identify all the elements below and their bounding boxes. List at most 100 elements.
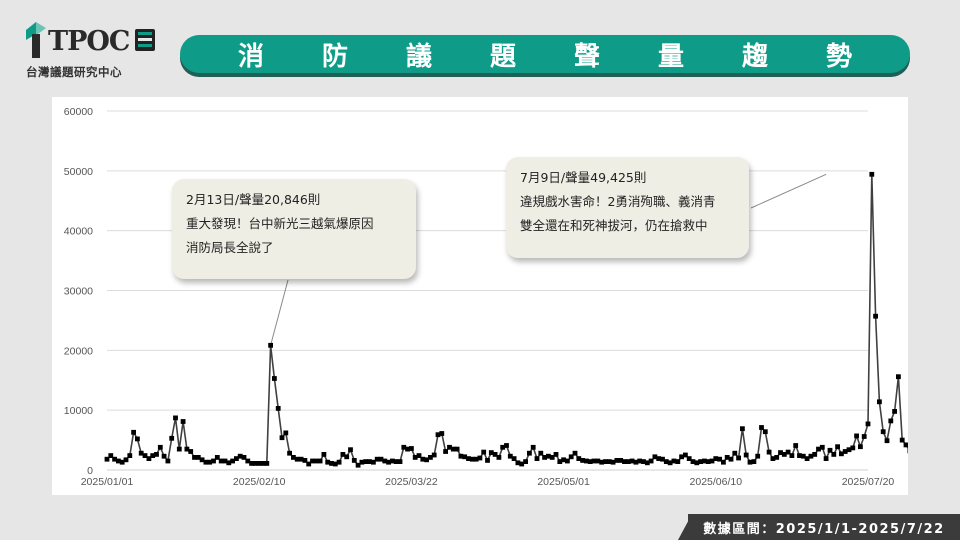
data-point — [827, 447, 833, 453]
data-point — [268, 342, 273, 348]
data-point — [275, 406, 281, 411]
y-tick-label: 30000 — [64, 286, 93, 298]
data-point — [553, 452, 559, 457]
logo-org-name: 台灣議題研究中心 — [26, 65, 122, 79]
data-point — [154, 452, 159, 457]
data-point — [272, 376, 277, 381]
data-point — [812, 452, 818, 457]
data-point — [861, 434, 867, 439]
x-tick-label: 2025/03/22 — [385, 476, 438, 488]
data-point — [348, 447, 353, 453]
data-point — [504, 443, 509, 448]
callout-feb13-line1: 重大發現！台中新光三越氣爆原因 — [186, 216, 374, 231]
data-point — [743, 452, 749, 458]
data-point — [755, 453, 761, 459]
data-point — [188, 449, 194, 454]
grid-lines — [107, 110, 868, 471]
x-tick-label: 2025/06/10 — [690, 476, 743, 488]
data-point — [317, 458, 323, 464]
data-point — [854, 433, 859, 439]
data-point — [896, 374, 901, 380]
data-point — [351, 458, 357, 463]
data-point — [762, 429, 768, 435]
data-point — [774, 455, 780, 460]
data-point — [397, 459, 403, 464]
data-point — [131, 429, 136, 435]
data-point — [534, 456, 540, 461]
data-point — [850, 445, 856, 451]
data-point — [180, 419, 186, 424]
x-axis-ticks: 2025/01/01 2025/02/10 2025/03/22 2025/05/01… — [81, 476, 895, 488]
callout-feb13-headline: 2月13日/聲量20,846則 — [186, 192, 321, 207]
data-point — [431, 452, 437, 458]
callout-jul09-headline: 7月9日/聲量49,425則 — [520, 170, 647, 185]
data-point — [264, 461, 270, 466]
data-point — [454, 446, 460, 452]
y-tick-label: 40000 — [64, 226, 93, 238]
y-tick-label: 50000 — [64, 166, 93, 178]
data-point — [287, 450, 292, 456]
y-tick-label: 60000 — [64, 106, 93, 118]
logo-brand-text: TPOC — [48, 26, 130, 57]
x-tick-label: 2025/07/20 — [842, 476, 895, 488]
data-point — [789, 453, 795, 458]
data-point — [565, 458, 570, 464]
data-point — [481, 449, 487, 455]
data-point — [572, 450, 578, 456]
data-point — [409, 446, 414, 451]
data-point — [728, 456, 734, 462]
data-point — [538, 450, 544, 456]
data-point — [835, 444, 840, 450]
data-point — [751, 459, 757, 464]
data-point — [283, 430, 289, 436]
data-point — [127, 453, 133, 458]
data-point — [169, 435, 175, 441]
line-chart: 0100002000030000400005000060000 2025/01/… — [64, 106, 908, 488]
date-range-footer: 數據區間：2025/1/1-2025/7/22 — [688, 514, 960, 540]
data-point — [740, 426, 745, 432]
data-point — [877, 399, 882, 405]
callout-leader-line — [270, 279, 289, 346]
data-point — [880, 429, 886, 435]
data-point — [903, 442, 908, 448]
data-point — [865, 421, 871, 427]
data-point — [732, 450, 738, 456]
x-tick-label: 2025/05/01 — [537, 476, 590, 488]
data-point — [736, 455, 741, 461]
data-point — [439, 431, 445, 436]
data-point — [823, 456, 829, 461]
data-point — [766, 449, 772, 455]
data-point — [899, 437, 905, 443]
x-tick-label: 2025/02/10 — [233, 476, 286, 488]
callout-jul09: 7月9日/聲量49,425則 違規戲水害命！2勇消殉職、義消青 雙全還在和死神拔… — [506, 157, 749, 258]
data-point — [884, 438, 890, 444]
data-point — [907, 448, 908, 454]
data-point — [675, 459, 681, 464]
page-title: 消防議題聲量趨勢 — [238, 41, 911, 72]
callout-jul09-line2: 雙全還在和死神拔河，仍在搶救中 — [520, 218, 708, 233]
x-tick-label: 2025/01/01 — [81, 476, 134, 488]
data-point — [123, 457, 129, 463]
callout-feb13: 2月13日/聲量20,846則 重大發現！台中新光三越氣爆原因 消防局長全說了 — [172, 179, 416, 279]
data-point — [511, 456, 517, 461]
data-point — [321, 452, 327, 457]
data-point — [858, 444, 863, 450]
data-point — [157, 444, 163, 450]
data-point — [344, 454, 350, 460]
y-tick-label: 20000 — [64, 345, 93, 357]
data-point — [759, 425, 764, 430]
y-tick-label: 10000 — [64, 405, 93, 417]
data-point — [165, 458, 171, 464]
callout-feb13-line2: 消防局長全說了 — [186, 240, 274, 255]
data-point — [173, 415, 178, 421]
data-point — [819, 444, 825, 450]
data-point — [721, 459, 726, 465]
data-point — [176, 446, 182, 452]
data-point — [869, 171, 875, 177]
data-point — [831, 452, 837, 457]
data-point — [888, 418, 894, 424]
y-axis-ticks: 0100002000030000400005000060000 — [64, 106, 93, 477]
callout-jul09-line1: 違規戲水害命！2勇消殉職、義消青 — [520, 194, 716, 209]
date-range-text: 數據區間：2025/1/1-2025/7/22 — [703, 521, 945, 537]
title-banner: 消防議題聲量趨勢 — [180, 35, 910, 73]
